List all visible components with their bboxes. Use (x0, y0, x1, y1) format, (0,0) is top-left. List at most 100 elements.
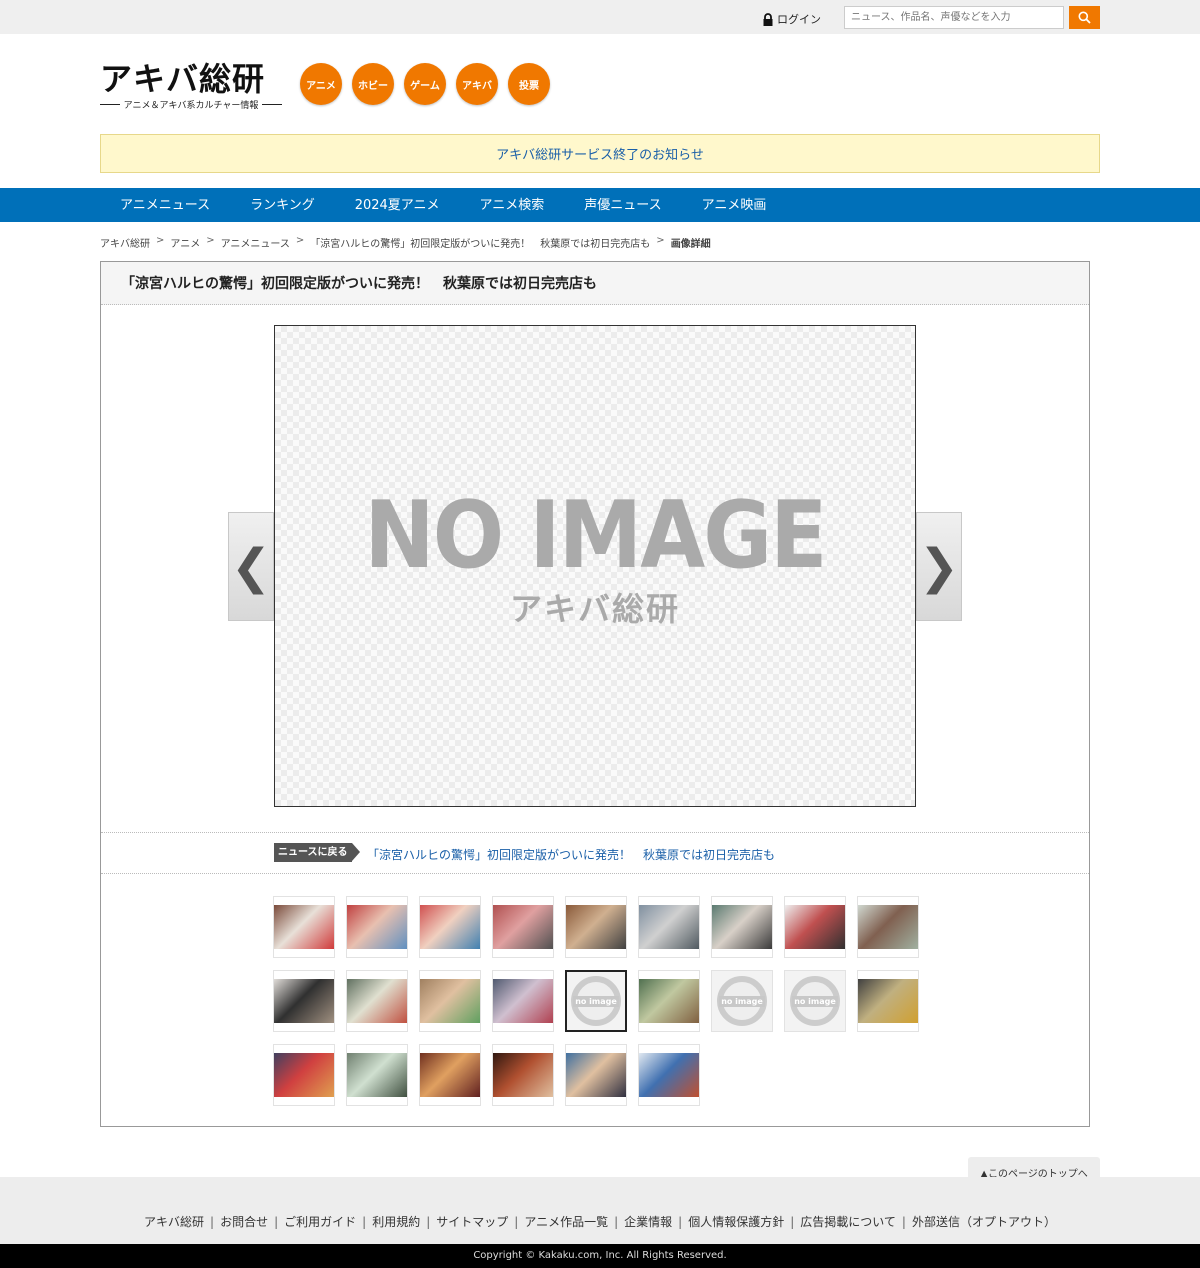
thumbnail[interactable] (784, 896, 846, 958)
main-nav-item-5[interactable]: アニメ映画 (682, 188, 787, 222)
thumbnail[interactable] (273, 896, 335, 958)
footer-link-1[interactable]: お問合せ (220, 1215, 268, 1229)
thumbnail[interactable] (419, 896, 481, 958)
breadcrumb-separator: > (656, 235, 665, 246)
thumbnail[interactable] (711, 896, 773, 958)
footer-link-4[interactable]: サイトマップ (436, 1215, 508, 1229)
thumbnail-photo (858, 905, 918, 949)
thumbnail[interactable] (419, 970, 481, 1032)
login-label: ログイン (777, 13, 821, 26)
thumbnail-photo (493, 905, 553, 949)
footer-link-6[interactable]: 企業情報 (624, 1215, 672, 1229)
thumbnail-photo (566, 905, 626, 949)
footer: アキバ総研 | お問合せ | ご利用ガイド | 利用規約 | サイトマップ | アニメ作品一覧 | 企業… (0, 1177, 1200, 1244)
thumbnail-photo (639, 1053, 699, 1097)
breadcrumb-item-2[interactable]: アニメニュース (221, 235, 290, 250)
thumbnail[interactable] (857, 896, 919, 958)
service-end-notice[interactable]: アキバ総研サービス終了のお知らせ (100, 134, 1100, 173)
footer-divider: | (678, 1215, 683, 1229)
footer-divider: | (210, 1215, 215, 1229)
thumbnail[interactable] (492, 970, 554, 1032)
thumbnail[interactable] (638, 970, 700, 1032)
thumbnail-photo (274, 905, 334, 949)
category-circle-3[interactable]: アキバ (456, 63, 498, 105)
thumbnail-photo (420, 905, 480, 949)
thumbnail[interactable] (273, 970, 335, 1032)
thumbnail[interactable] (638, 1044, 700, 1106)
breadcrumb-separator: > (206, 235, 215, 246)
thumbnail-photo (347, 1053, 407, 1097)
thumbnail-photo (712, 905, 772, 949)
prev-image-button[interactable]: ❮ (228, 512, 274, 621)
footer-link-9[interactable]: 外部送信（オプトアウト） (912, 1215, 1056, 1229)
thumbnail[interactable] (346, 970, 408, 1032)
logo-tagline: アニメ＆アキバ系カルチャー情報 (100, 98, 283, 111)
footer-divider: | (274, 1215, 279, 1229)
thumbnail-photo (493, 979, 553, 1023)
thumbnail-photo (566, 1053, 626, 1097)
thumbnail[interactable] (273, 1044, 335, 1106)
category-circle-2[interactable]: ゲーム (404, 63, 446, 105)
back-to-news-badge: ニュースに戻る (274, 843, 359, 862)
category-circle-1[interactable]: ホビー (352, 63, 394, 105)
thumbnail[interactable]: no image (565, 970, 627, 1032)
main-nav-item-2[interactable]: 2024夏アニメ (335, 188, 460, 222)
back-to-news-link[interactable]: 「涼宮ハルヒの驚愕」初回限定版がついに発売！ 秋葉原では初日完売店も (367, 846, 775, 863)
thumbnail-photo (420, 979, 480, 1023)
thumbnail[interactable] (565, 1044, 627, 1106)
login-link[interactable]: ログイン (762, 11, 821, 27)
thumbnail[interactable] (492, 896, 554, 958)
main-nav: アニメニュース ランキング 2024夏アニメ アニメ検索 声優ニュース アニメ映画 (0, 188, 1200, 222)
thumbnail[interactable] (419, 1044, 481, 1106)
thumbnail-photo (347, 905, 407, 949)
footer-link-3[interactable]: 利用規約 (372, 1215, 420, 1229)
main-nav-item-4[interactable]: 声優ニュース (564, 188, 681, 222)
main-nav-item-1[interactable]: ランキング (230, 188, 335, 222)
no-image-text: NO IMAGE (364, 481, 827, 589)
breadcrumb-item-1[interactable]: アニメ (170, 235, 200, 250)
category-circle-0[interactable]: アニメ (300, 63, 342, 105)
main-image-viewer: NO IMAGE アキバ総研 (274, 325, 916, 807)
no-image-logo-text: アキバ総研 (509, 590, 680, 628)
article-title: 「涼宮ハルヒの驚愕」初回限定版がついに発売！ 秋葉原では初日完売店も (101, 262, 1089, 305)
thumbnail[interactable] (857, 970, 919, 1032)
thumbnail[interactable]: no image (711, 970, 773, 1032)
search-input[interactable] (844, 6, 1064, 29)
footer-link-0[interactable]: アキバ総研 (144, 1215, 204, 1229)
thumbnail[interactable] (346, 896, 408, 958)
thumbnail-photo (347, 979, 407, 1023)
category-circle-4[interactable]: 投票 (508, 63, 550, 105)
thumbnail-photo (493, 1053, 553, 1097)
breadcrumb-item-3[interactable]: 「涼宮ハルヒの驚愕」初回限定版がついに発売！ 秋葉原では初日完売店も (310, 235, 650, 250)
next-image-button[interactable]: ❯ (916, 512, 962, 621)
main-nav-item-0[interactable]: アニメニュース (100, 188, 230, 222)
top-utility-bar: ログイン (0, 0, 1200, 34)
thumbnail[interactable]: no image (784, 970, 846, 1032)
footer-link-2[interactable]: ご利用ガイド (284, 1215, 356, 1229)
thumbnail-photo (639, 905, 699, 949)
footer-link-7[interactable]: 個人情報保護方針 (688, 1215, 784, 1229)
footer-link-8[interactable]: 広告掲載について (800, 1215, 896, 1229)
breadcrumb: アキバ総研 > アニメ > アニメニュース > 「涼宮ハルヒの驚愕」初回限定版がついに発売！… (100, 235, 711, 250)
thumbnail-photo (785, 905, 845, 949)
thumbnail[interactable] (346, 1044, 408, 1106)
thumbnail-grid: no image no image no image (273, 896, 923, 1106)
thumbnail[interactable] (565, 896, 627, 958)
main-nav-item-3[interactable]: アニメ検索 (460, 188, 565, 222)
no-image-label: no image (573, 995, 619, 1007)
footer-link-5[interactable]: アニメ作品一覧 (524, 1215, 608, 1229)
thumbnail-photo (274, 1053, 334, 1097)
footer-divider: | (614, 1215, 619, 1229)
thumbnail[interactable] (638, 896, 700, 958)
category-circle-nav: アニメ ホビー ゲーム アキバ 投票 (300, 63, 550, 105)
thumbnail-photo (639, 979, 699, 1023)
thumbnail[interactable] (492, 1044, 554, 1106)
footer-divider: | (790, 1215, 795, 1229)
logo-wordmark: アキバ総研 (100, 60, 266, 98)
breadcrumb-separator: > (156, 235, 165, 246)
site-logo[interactable]: アキバ総研 アニメ＆アキバ系カルチャー情報 (100, 60, 283, 112)
logo-tagline-text: アニメ＆アキバ系カルチャー情報 (123, 101, 259, 111)
breadcrumb-separator: > (295, 235, 305, 246)
search-button[interactable] (1069, 6, 1100, 29)
breadcrumb-item-0[interactable]: アキバ総研 (100, 235, 150, 250)
